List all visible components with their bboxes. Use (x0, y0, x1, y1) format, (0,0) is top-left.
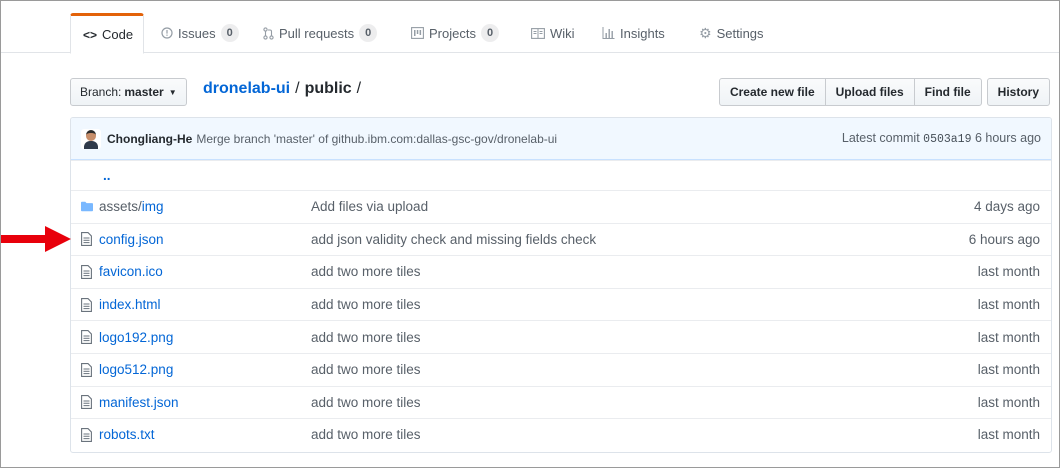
table-row: manifest.json add two more tiles last mo… (71, 385, 1051, 419)
code-icon: <> (83, 27, 98, 42)
repo-nav-tabs: <> Code Issues 0 Pull requests 0 Project… (1, 13, 1059, 54)
latest-commit-info: Latest commit 0503a19 6 hours ago (842, 131, 1041, 146)
create-new-file-button[interactable]: Create new file (718, 78, 826, 106)
dir-prefix: assets/ (99, 199, 142, 215)
commit-message-link[interactable]: add two more tiles (311, 427, 978, 442)
projects-count-badge: 0 (480, 24, 500, 42)
graph-icon (602, 27, 615, 39)
branch-prefix: Branch: (80, 85, 122, 99)
commit-age: last month (977, 362, 1040, 378)
commit-message-link[interactable]: add two more tiles (311, 362, 978, 377)
breadcrumb-current-dir: public (304, 80, 352, 97)
tab-label: Code (102, 27, 134, 42)
upload-files-button[interactable]: Upload files (824, 78, 915, 106)
red-arrow-annotation-icon (1, 226, 71, 252)
tab-projects[interactable]: Projects 0 (411, 13, 500, 53)
file-name-link[interactable]: config.json (93, 232, 311, 247)
tab-label: Issues (178, 25, 216, 41)
repo-page: <> Code Issues 0 Pull requests 0 Project… (0, 0, 1060, 468)
commit-age: 4 days ago (973, 199, 1040, 215)
file-name-link[interactable]: favicon.ico (93, 264, 311, 279)
gear-icon: ⚙ (699, 24, 712, 41)
parent-directory-link[interactable]: .. (71, 168, 289, 183)
commit-author-link[interactable]: Chongliang-He (107, 132, 192, 146)
commit-message-link[interactable]: add json validity check and missing fiel… (311, 232, 969, 247)
tab-issues[interactable]: Issues 0 (161, 13, 239, 53)
caret-down-icon: ▼ (168, 87, 177, 97)
file-icon (71, 362, 93, 377)
pull-requests-count-badge: 0 (359, 24, 378, 42)
commit-message-link[interactable]: add two more tiles (311, 395, 978, 410)
file-icon (71, 395, 93, 410)
file-icon (71, 265, 93, 279)
issue-icon (161, 27, 173, 39)
commit-message-link[interactable]: add two more tiles (311, 297, 978, 312)
commit-age: last month (977, 394, 1040, 410)
commit-sha-link[interactable]: 0503a19 (923, 133, 971, 146)
project-icon (411, 27, 424, 39)
file-name-link[interactable]: manifest.json (93, 395, 311, 410)
find-file-button[interactable]: Find file (913, 78, 982, 106)
breadcrumb-repo-link[interactable]: dronelab-ui (203, 80, 290, 98)
tab-label: Settings (716, 25, 764, 41)
dir-name[interactable]: img (142, 199, 164, 214)
file-name-link[interactable]: index.html (93, 297, 311, 312)
table-row: logo512.png add two more tiles last mont… (71, 352, 1051, 386)
breadcrumb-trailing-separator: / (356, 80, 362, 97)
tab-settings[interactable]: ⚙ Settings (699, 13, 764, 53)
table-row: assets/img Add files via upload 4 days a… (71, 190, 1051, 223)
file-icon (71, 330, 93, 345)
commit-age: 6 hours ago (974, 131, 1041, 145)
tab-insights[interactable]: Insights (602, 13, 665, 53)
tab-label: Pull requests (279, 25, 355, 41)
commit-age: last month (977, 329, 1040, 345)
branch-name: master (124, 85, 164, 99)
file-listing: Chongliang-He Merge branch 'master' of g… (70, 117, 1052, 453)
file-name-link[interactable]: assets/img (93, 199, 311, 214)
table-row: logo192.png add two more tiles last mont… (71, 320, 1051, 353)
file-icon (71, 232, 93, 247)
table-row: config.json add json validity check and … (71, 222, 1051, 256)
tab-label: Insights (620, 25, 665, 41)
latest-commit-bar: Chongliang-He Merge branch 'master' of g… (71, 118, 1051, 160)
avatar[interactable] (81, 128, 101, 149)
file-name-link[interactable]: logo192.png (93, 330, 311, 345)
commit-message-link[interactable]: add two more tiles (311, 330, 978, 345)
table-row: favicon.ico add two more tiles last mont… (71, 255, 1051, 288)
parent-directory-row[interactable]: .. (71, 160, 1051, 190)
table-row: robots.txt add two more tiles last month (71, 418, 1051, 451)
commit-age: last month (977, 427, 1040, 443)
commit-message-link[interactable]: Add files via upload (311, 199, 974, 214)
folder-icon (71, 201, 93, 212)
breadcrumb-separator: / (295, 80, 300, 97)
table-row: index.html add two more tiles last month (71, 287, 1051, 321)
file-name-link[interactable]: robots.txt (93, 427, 311, 442)
issues-count-badge: 0 (220, 24, 239, 42)
tab-label: Wiki (550, 25, 575, 41)
pull-request-icon (263, 26, 274, 40)
book-icon (531, 27, 545, 39)
commit-message-link[interactable]: Merge branch 'master' of github.ibm.com:… (196, 132, 557, 146)
tab-wiki[interactable]: Wiki (531, 13, 575, 53)
commit-age: last month (977, 297, 1040, 313)
tab-pull-requests[interactable]: Pull requests 0 (263, 13, 378, 53)
file-name-link[interactable]: logo512.png (93, 362, 311, 377)
file-icon (71, 297, 93, 312)
branch-selector-button[interactable]: Branch: master ▼ (70, 78, 187, 106)
latest-commit-label: Latest commit (841, 131, 920, 145)
tab-code[interactable]: <> Code (70, 13, 145, 54)
tab-label: Projects (429, 25, 476, 41)
file-actions: Create new file Upload files Find file H… (718, 78, 1050, 106)
commit-age: 6 hours ago (968, 231, 1040, 247)
breadcrumb: dronelab-ui / public / (203, 80, 366, 98)
commit-message-link[interactable]: add two more tiles (311, 264, 978, 279)
commit-age: last month (977, 264, 1040, 280)
file-icon (71, 428, 93, 442)
history-button[interactable]: History (986, 78, 1050, 106)
